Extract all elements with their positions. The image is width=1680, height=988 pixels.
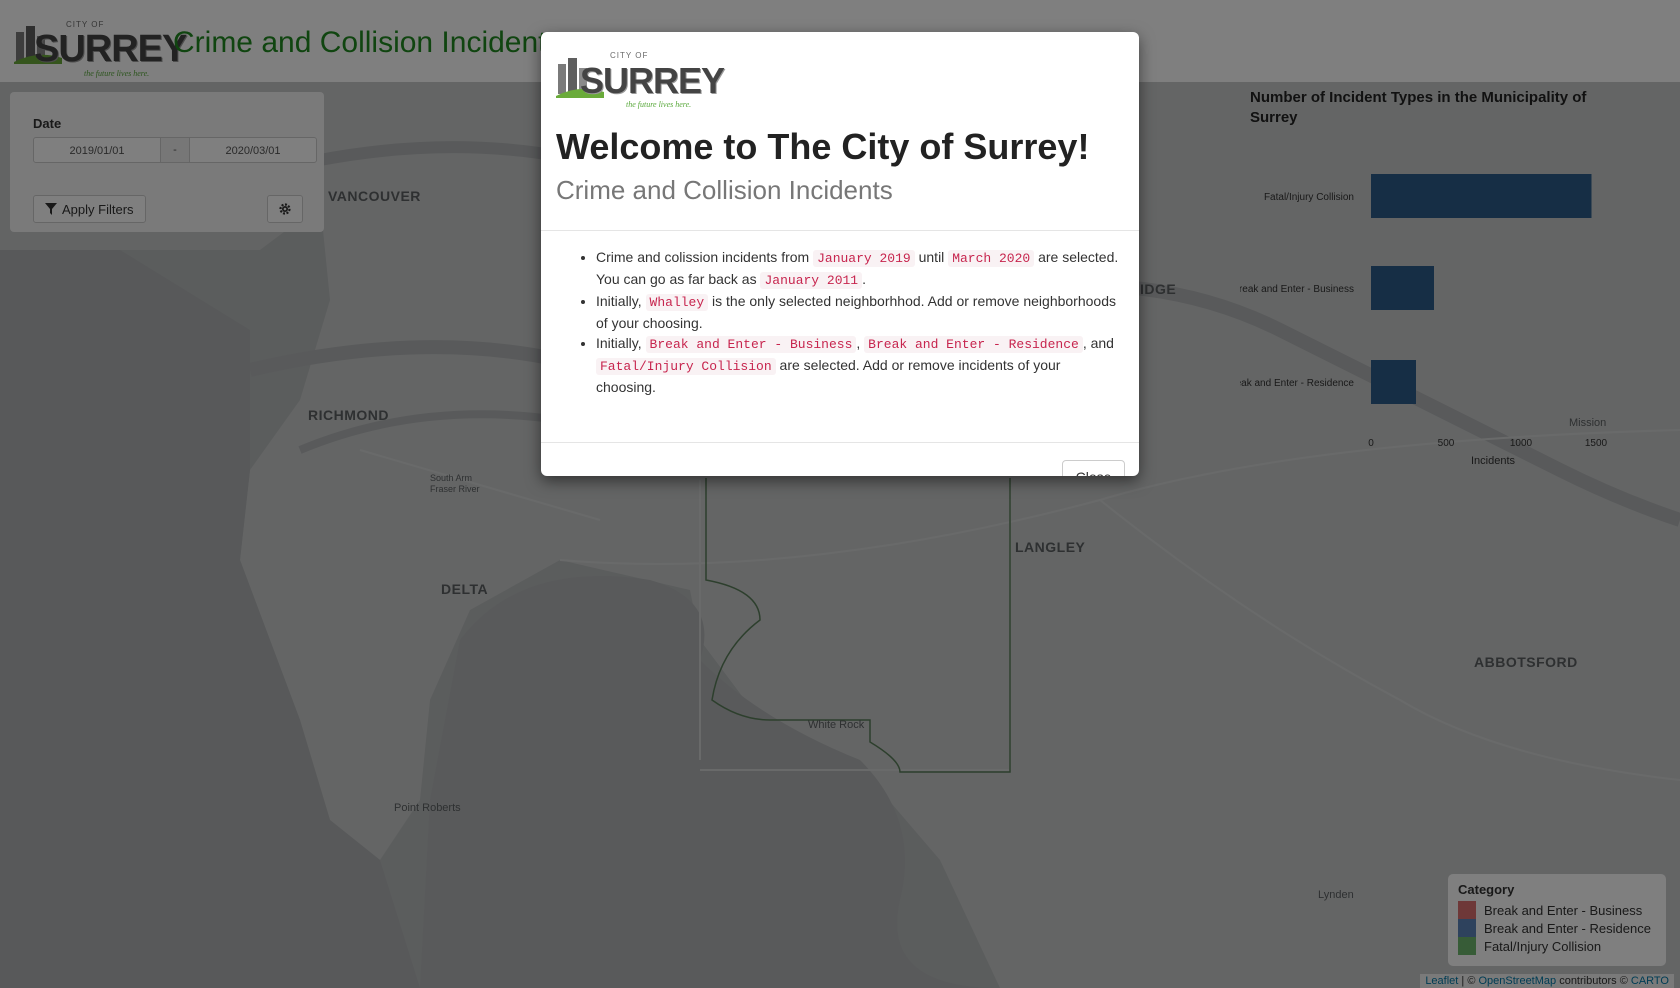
code-end-month: March 2020 (948, 250, 1035, 267)
close-button[interactable]: Close (1062, 460, 1125, 476)
modal-title: Welcome to The City of Surrey! (556, 126, 1090, 167)
code-incident-residence: Break and Enter - Residence (864, 336, 1083, 353)
text: , (856, 335, 865, 351)
instruction-item-incidents: Initially, Break and Enter - Business, B… (596, 333, 1124, 397)
text: , and (1082, 335, 1114, 351)
logo-city-of: CITY OF (610, 51, 649, 60)
modal-header: CITY OF SURREY the future lives here. We… (541, 32, 1139, 231)
text: Initially, (596, 293, 646, 309)
text: Crime and colission incidents from (596, 249, 814, 265)
code-incident-business: Break and Enter - Business (645, 336, 857, 353)
text: . (862, 271, 866, 287)
modal-subtitle: Crime and Collision Incidents (556, 175, 893, 205)
modal-body: Crime and colission incidents from Janua… (541, 231, 1139, 443)
code-earliest-month: January 2011 (760, 272, 863, 289)
instruction-item-neighborhood: Initially, Whalley is the only selected … (596, 291, 1124, 333)
logo-tagline: the future lives here. (626, 100, 692, 109)
instructions-list: Crime and colission incidents from Janua… (596, 247, 1124, 397)
text: until (914, 249, 949, 265)
welcome-modal: CITY OF SURREY the future lives here. We… (541, 32, 1139, 476)
code-incident-collision: Fatal/Injury Collision (596, 358, 776, 375)
code-start-month: January 2019 (813, 250, 915, 267)
logo-surrey: SURREY (580, 60, 725, 101)
surrey-logo: CITY OF SURREY the future lives here. (556, 44, 725, 112)
instruction-item-dates: Crime and colission incidents from Janua… (596, 247, 1124, 291)
text: Initially, (596, 335, 646, 351)
code-neighborhood: Whalley (645, 294, 709, 311)
